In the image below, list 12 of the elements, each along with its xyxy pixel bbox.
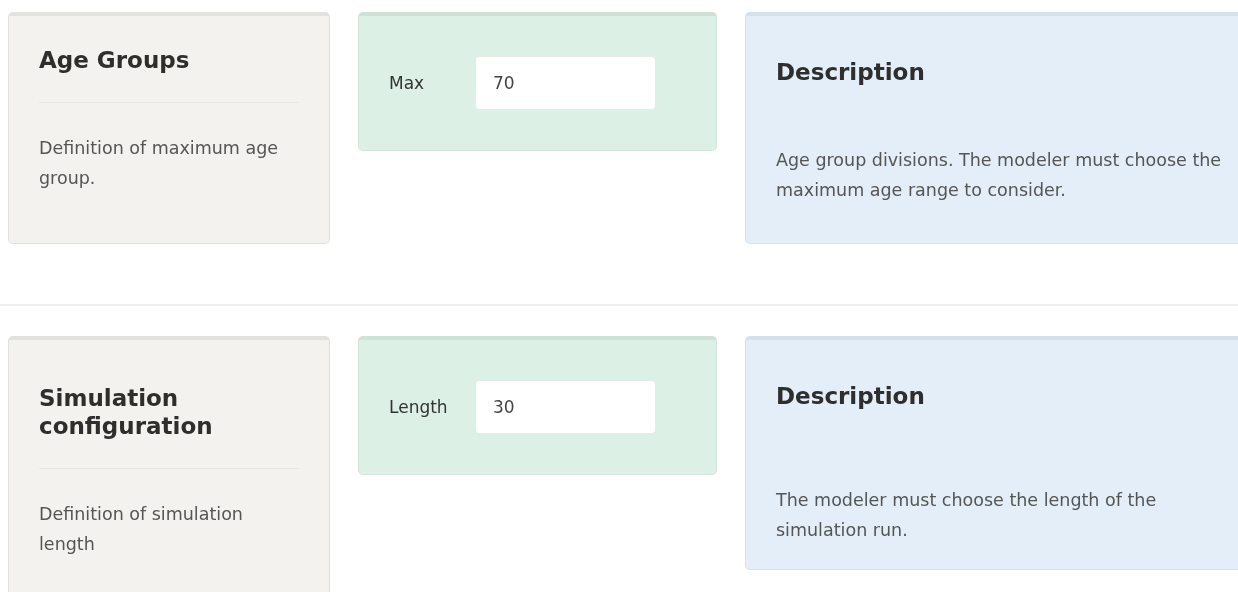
field-label: Length — [389, 397, 449, 417]
input-field[interactable]: 70 — [475, 56, 656, 110]
section-title: Simulation configuration — [39, 384, 214, 440]
input-field[interactable]: 30 — [475, 380, 656, 434]
field-label: Max — [389, 73, 426, 93]
description-text: Age group divisions. The modeler must choose the maximum age range to consider. — [776, 149, 1223, 202]
description-title: Description — [776, 58, 926, 86]
section-summary: Definition of simulation length — [39, 503, 244, 556]
section-summary: Definition of maximum age group. — [39, 137, 280, 190]
description-title: Description — [776, 382, 926, 410]
description-text: The modeler must choose the length of the simulation run. — [776, 489, 1158, 542]
section-title: Age Groups — [39, 46, 191, 74]
